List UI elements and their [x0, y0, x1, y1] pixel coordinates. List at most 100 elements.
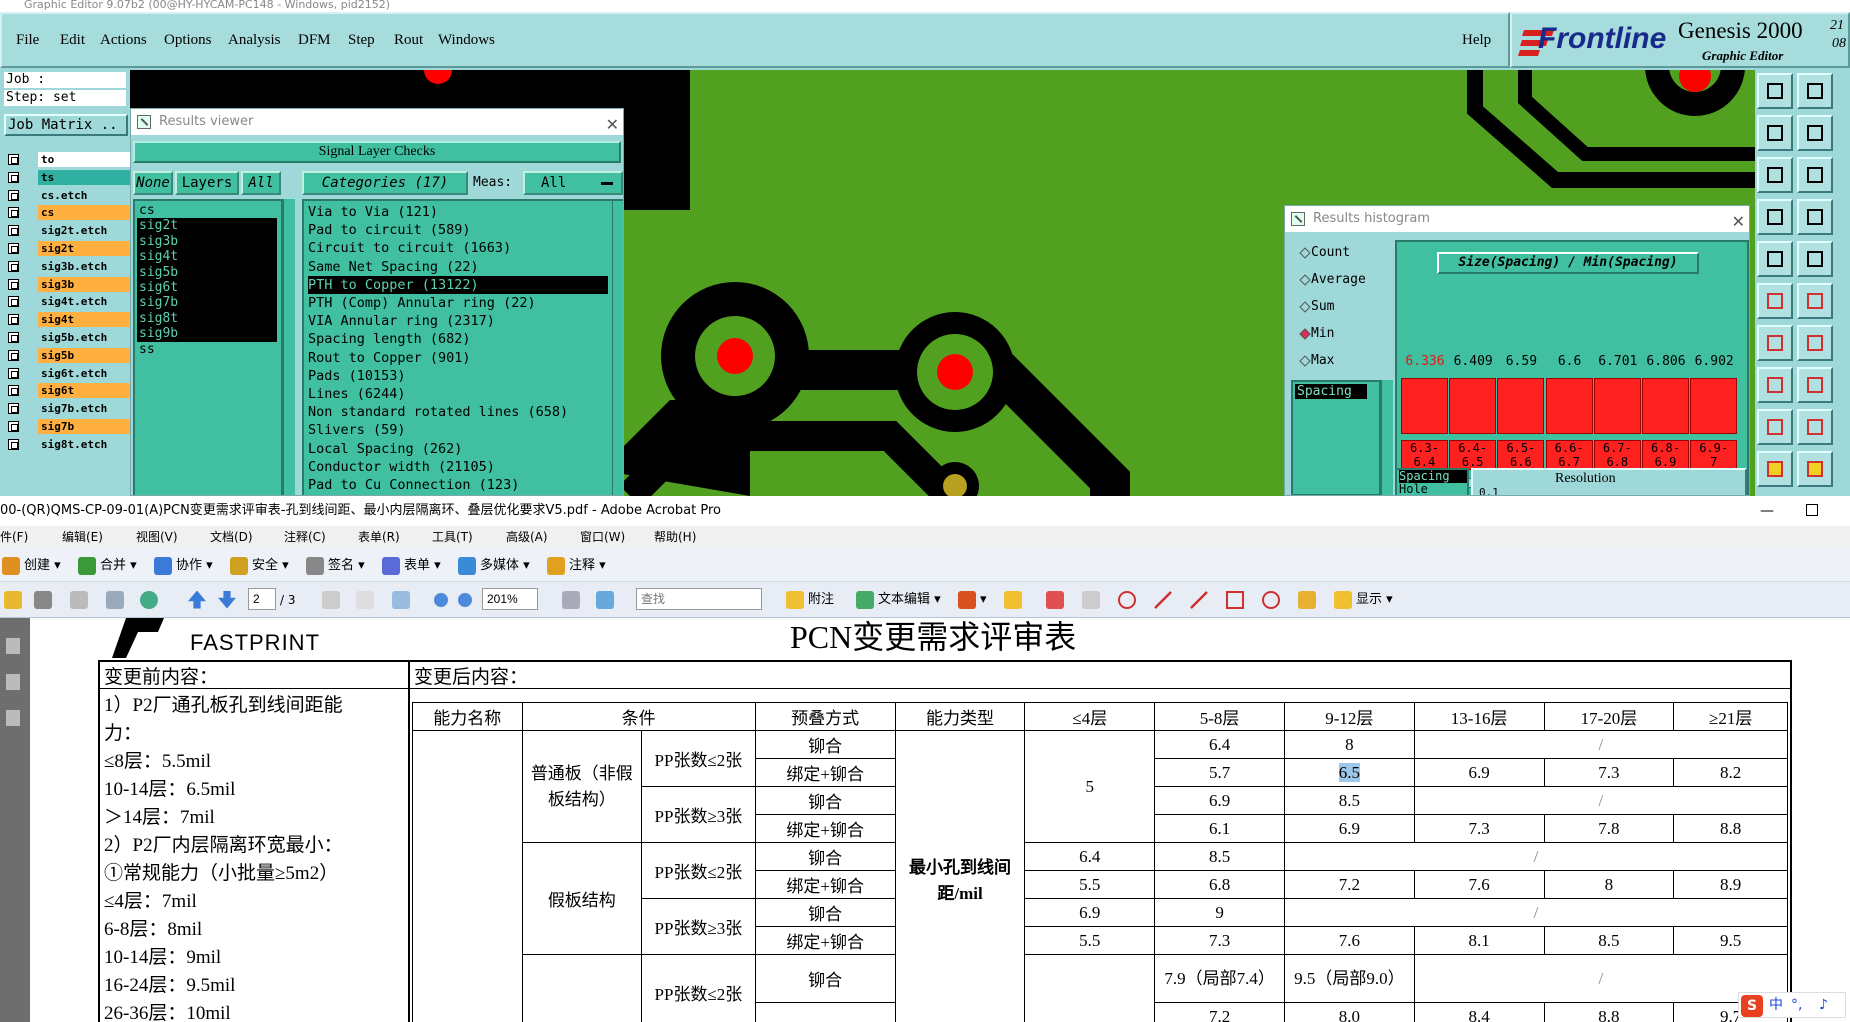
save-icon[interactable] — [70, 590, 92, 610]
cell-highlighted[interactable]: 6.5 — [1283, 758, 1415, 787]
fit-v-icon[interactable] — [1797, 157, 1833, 193]
polygon-icon[interactable] — [1757, 409, 1793, 445]
layer-row[interactable]: sig3b — [8, 276, 130, 292]
category-list-item[interactable]: Lines (6244) — [308, 385, 608, 403]
category-list-item[interactable]: VIA Annular ring (2317) — [308, 312, 608, 330]
categories-header[interactable]: Categories (17) — [302, 171, 468, 195]
resolution-value[interactable]: 0.1 — [1479, 486, 1499, 495]
layer-list-item[interactable]: sig2t — [137, 218, 277, 235]
layer-row[interactable]: sig5b — [8, 347, 130, 363]
layer-checkbox-icon[interactable] — [8, 314, 19, 326]
layer-checkbox-icon[interactable] — [8, 225, 19, 237]
layer-checkbox-icon[interactable] — [8, 278, 19, 290]
layer-name[interactable]: sig6t — [38, 383, 130, 399]
all-button[interactable]: All — [241, 171, 281, 195]
measure-scrollbar[interactable] — [1381, 380, 1393, 495]
acrobat-menu-item[interactable]: 件(F) — [0, 526, 28, 548]
acrobat-menu-item[interactable]: 视图(V) — [136, 526, 178, 548]
layer-row[interactable]: ts — [8, 169, 130, 185]
layer-checkbox-icon[interactable] — [8, 438, 19, 450]
job-matrix-button[interactable]: Job Matrix .. — [4, 114, 128, 136]
acrobat-menu-item[interactable]: 表单(R) — [358, 526, 400, 548]
layer-name[interactable]: cs — [38, 205, 130, 221]
menu-windows[interactable]: Windows — [438, 32, 495, 49]
zoom-in-icon[interactable] — [458, 590, 476, 610]
layer-checkbox-icon[interactable] — [8, 243, 19, 254]
pages-icon[interactable] — [6, 638, 20, 654]
category-list-item[interactable]: Conductor width (21105) — [308, 458, 608, 476]
layers-list[interactable]: cs sig2t sig3b sig4t sig5b sig6t sig7b sig8t sig… — [133, 199, 283, 495]
layer-list-item[interactable]: sig7b — [137, 295, 277, 312]
menu-analysis[interactable]: Analysis — [228, 32, 281, 49]
layer-list-item[interactable]: sig4t — [137, 249, 277, 266]
measure-list[interactable]: Spacing — [1291, 380, 1381, 495]
close-icon[interactable]: ✕ — [1732, 209, 1745, 235]
layer-checkbox-icon[interactable] — [8, 367, 19, 379]
task-button[interactable]: 安全 ▾ — [230, 556, 289, 576]
layer-checkbox-icon[interactable] — [8, 296, 19, 308]
zoom-input[interactable] — [482, 588, 538, 610]
arc-icon[interactable] — [1797, 325, 1833, 361]
layer-row[interactable]: sig2t — [8, 241, 130, 256]
category-list-item[interactable]: Via to Via (121) — [308, 203, 608, 221]
none-button[interactable]: None — [133, 171, 173, 195]
layers-button[interactable]: Layers — [175, 171, 239, 195]
arrow-icon[interactable] — [1154, 590, 1176, 610]
layer-row[interactable]: sig6t.etch — [8, 365, 130, 381]
acrobat-menu-item[interactable]: 窗口(W) — [580, 526, 625, 548]
acrobat-menu-item[interactable]: 编辑(E) — [62, 526, 103, 548]
hist-list2[interactable]: Spacing Hole — [1395, 468, 1469, 496]
layer-list-item[interactable]: sig5b — [137, 264, 277, 281]
layer-row[interactable]: sig5b.etch — [8, 330, 130, 345]
layer-name[interactable]: sig6t.etch — [38, 365, 130, 381]
zoom-out-icon[interactable] — [434, 590, 452, 610]
select-tool-icon[interactable] — [322, 590, 344, 610]
close-icon[interactable]: ✕ — [606, 112, 619, 138]
category-list-item[interactable]: PTH to Copper (13122) — [308, 275, 608, 294]
category-list-item[interactable]: Pads (10153) — [308, 367, 608, 385]
menu-actions[interactable]: Actions — [100, 32, 147, 49]
layer-name[interactable]: sig5b.etch — [38, 330, 130, 345]
signatures-icon[interactable] — [6, 710, 20, 726]
page-number-input[interactable] — [248, 588, 276, 610]
cloud-icon[interactable] — [1118, 590, 1140, 610]
acrobat-menu-item[interactable]: 帮助(H) — [654, 526, 696, 548]
oval-icon[interactable] — [1262, 590, 1284, 610]
task-button[interactable]: 合并 ▾ — [78, 556, 137, 576]
maximize-icon[interactable] — [1806, 504, 1818, 516]
layer-list-item[interactable]: sig6t — [137, 280, 277, 296]
layer-row[interactable]: cs — [8, 205, 130, 221]
email-icon[interactable] — [106, 590, 128, 610]
layer-row[interactable]: sig8t.etch — [8, 436, 130, 452]
layer-checkbox-icon[interactable] — [8, 207, 19, 219]
layer-checkbox-icon[interactable] — [8, 189, 19, 201]
layer-list-item[interactable]: sig3b — [137, 233, 277, 250]
task-button[interactable]: 注释 ▾ — [547, 556, 606, 576]
layer-row[interactable]: sig7b.etch — [8, 401, 130, 417]
acrobat-menu-item[interactable]: 注释(C) — [284, 526, 326, 548]
layer-row[interactable]: sig7b — [8, 419, 130, 434]
histogram-bar[interactable] — [1593, 378, 1641, 434]
layers-scrollbar[interactable] — [283, 199, 295, 495]
menu-file[interactable]: File — [16, 32, 39, 49]
layer-name[interactable]: sig2t.etch — [38, 223, 130, 239]
layer-up-icon[interactable] — [1757, 73, 1793, 109]
layer-name[interactable]: sig8t.etch — [38, 436, 130, 452]
layer-row[interactable]: sig4t.etch — [8, 294, 130, 310]
category-list-item[interactable]: Same Net Spacing (22) — [308, 258, 608, 276]
grid-icon[interactable] — [1797, 199, 1833, 235]
menu-edit[interactable]: Edit — [60, 32, 85, 49]
fit-width-icon[interactable] — [596, 590, 618, 610]
layer-row[interactable]: sig4t — [8, 312, 130, 328]
category-list-item[interactable]: PTH (Comp) Annular ring (22) — [308, 294, 608, 312]
stamp-icon[interactable]: ▾ — [958, 590, 987, 610]
open-icon[interactable] — [4, 590, 26, 610]
layer-name[interactable]: sig7b.etch — [38, 401, 130, 417]
menu-rout[interactable]: Rout — [394, 32, 423, 49]
hist-list2-hole[interactable]: Hole — [1399, 483, 1467, 496]
categories-list[interactable]: Via to Via (121) Pad to circuit (589) Circ… — [302, 199, 623, 495]
layer-left-icon[interactable] — [1757, 115, 1793, 151]
layer-name[interactable]: to — [38, 152, 130, 167]
snap-icon[interactable] — [1757, 199, 1793, 235]
histogram-bar[interactable] — [1449, 378, 1497, 434]
